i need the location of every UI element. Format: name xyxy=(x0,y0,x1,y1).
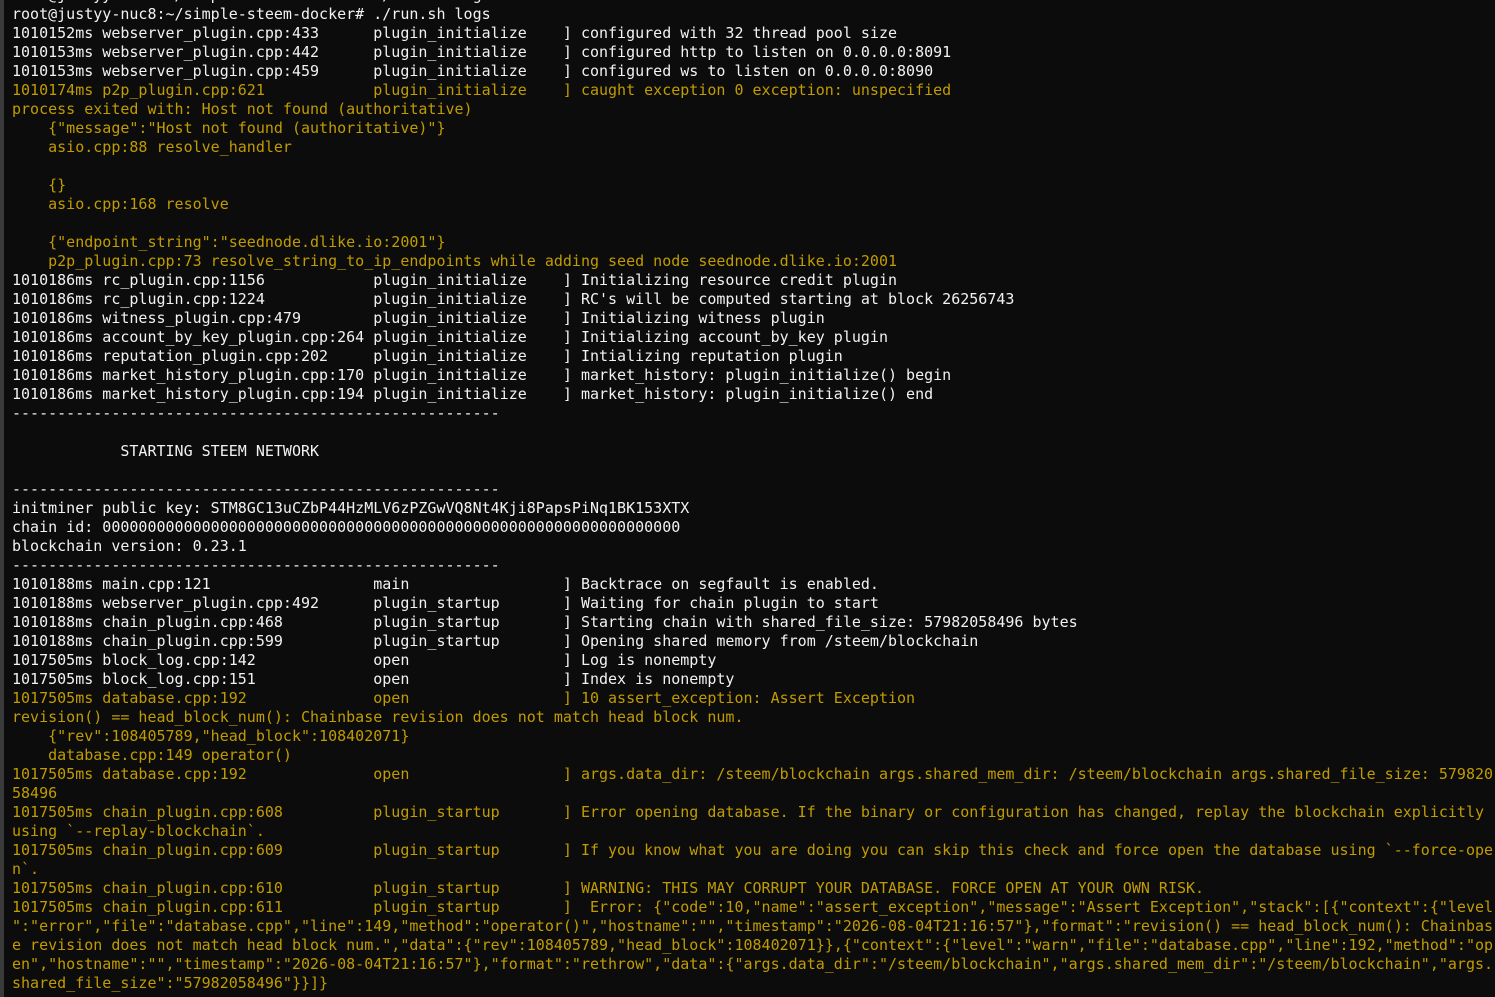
terminal-line: n`. xyxy=(12,860,40,878)
terminal-line: revision() == head_block_num(): Chainbas… xyxy=(12,708,744,726)
terminal-line: ----------------------------------------… xyxy=(12,556,500,574)
terminal-line: 1010186ms rc_plugin.cpp:1156 plugin_init… xyxy=(12,271,898,289)
terminal-line: asio.cpp:88 resolve_handler xyxy=(12,138,292,156)
terminal-line: e revision does not match head block num… xyxy=(12,936,1494,954)
terminal-output: root@justyy-nuc8:~/simple-steem-docker# … xyxy=(12,0,1495,997)
terminal-line: 1017505ms database.cpp:192 open ] args.d… xyxy=(12,765,1494,783)
terminal-line: 1010186ms reputation_plugin.cpp:202 plug… xyxy=(12,347,843,365)
terminal-line: 1010186ms witness_plugin.cpp:479 plugin_… xyxy=(12,309,825,327)
terminal-line: 1010153ms webserver_plugin.cpp:442 plugi… xyxy=(12,43,952,61)
terminal-line: database.cpp:149 operator() xyxy=(12,746,292,764)
terminal-line: 1017505ms block_log.cpp:151 open ] Index… xyxy=(12,670,735,688)
terminal-line: p2p_plugin.cpp:73 resolve_string_to_ip_e… xyxy=(12,252,898,270)
terminal-line: 1017505ms database.cpp:192 open ] 10 ass… xyxy=(12,689,916,707)
terminal-line: 1017505ms chain_plugin.cpp:611 plugin_st… xyxy=(12,898,1494,916)
terminal-line: 1010186ms rc_plugin.cpp:1224 plugin_init… xyxy=(12,290,1015,308)
terminal-line: process exited with: Host not found (aut… xyxy=(12,100,473,118)
terminal-line: {"message":"Host not found (authoritativ… xyxy=(12,119,446,137)
terminal-line: 58496 xyxy=(12,784,58,802)
terminal-line: blockchain version: 0.23.1 xyxy=(12,537,247,555)
terminal-line: {"endpoint_string":"seednode.dlike.io:20… xyxy=(12,233,446,251)
terminal-line: {"rev":108405789,"head_block":108402071} xyxy=(12,727,410,745)
terminal-line: 1010188ms chain_plugin.cpp:599 plugin_st… xyxy=(12,632,979,650)
terminal-line: ":"error","file":"database.cpp","line":1… xyxy=(12,917,1494,935)
terminal-line: 1010188ms webserver_plugin.cpp:492 plugi… xyxy=(12,594,879,612)
terminal-line: 1010152ms webserver_plugin.cpp:433 plugi… xyxy=(12,24,898,42)
terminal-line: 1017505ms chain_plugin.cpp:609 plugin_st… xyxy=(12,841,1494,859)
terminal-line: using `--replay-blockchain`. xyxy=(12,822,265,840)
terminal-line: 1017505ms chain_plugin.cpp:610 plugin_st… xyxy=(12,879,1205,897)
terminal-line: asio.cpp:168 resolve xyxy=(12,195,229,213)
terminal-line: 1010186ms account_by_key_plugin.cpp:264 … xyxy=(12,328,888,346)
terminal-line: shared_file_size":"57982058496"}}]} xyxy=(12,974,329,992)
terminal-line: {} xyxy=(12,176,67,194)
terminal-window[interactable]: root@justyy-nuc8:~/simple-steem-docker# … xyxy=(0,0,1495,997)
terminal-line: STARTING STEEM NETWORK xyxy=(12,442,320,460)
terminal-line: 1010153ms webserver_plugin.cpp:459 plugi… xyxy=(12,62,934,80)
terminal-line: 1010174ms p2p_plugin.cpp:621 plugin_init… xyxy=(12,81,952,99)
terminal-line: ----------------------------------------… xyxy=(12,480,500,498)
terminal-line: 1010186ms market_history_plugin.cpp:170 … xyxy=(12,366,952,384)
terminal-line: 1010188ms main.cpp:121 main ] Backtrace … xyxy=(12,575,879,593)
terminal-line: 1010188ms chain_plugin.cpp:468 plugin_st… xyxy=(12,613,1078,631)
terminal-line: initminer public key: STM8GC13uCZbP44HzM… xyxy=(12,499,690,517)
terminal-line: ----------------------------------------… xyxy=(12,404,500,422)
terminal-line: 1017505ms block_log.cpp:142 open ] Log i… xyxy=(12,651,717,669)
terminal-line: root@justyy-nuc8:~/simple-steem-docker# … xyxy=(12,5,491,23)
terminal-line: chain id: 000000000000000000000000000000… xyxy=(12,518,681,536)
terminal-line: 1010186ms market_history_plugin.cpp:194 … xyxy=(12,385,934,403)
terminal-line: 1017505ms chain_plugin.cpp:608 plugin_st… xyxy=(12,803,1485,821)
terminal-line: en","hostname":"","timestamp":"2026-08-0… xyxy=(12,955,1494,973)
